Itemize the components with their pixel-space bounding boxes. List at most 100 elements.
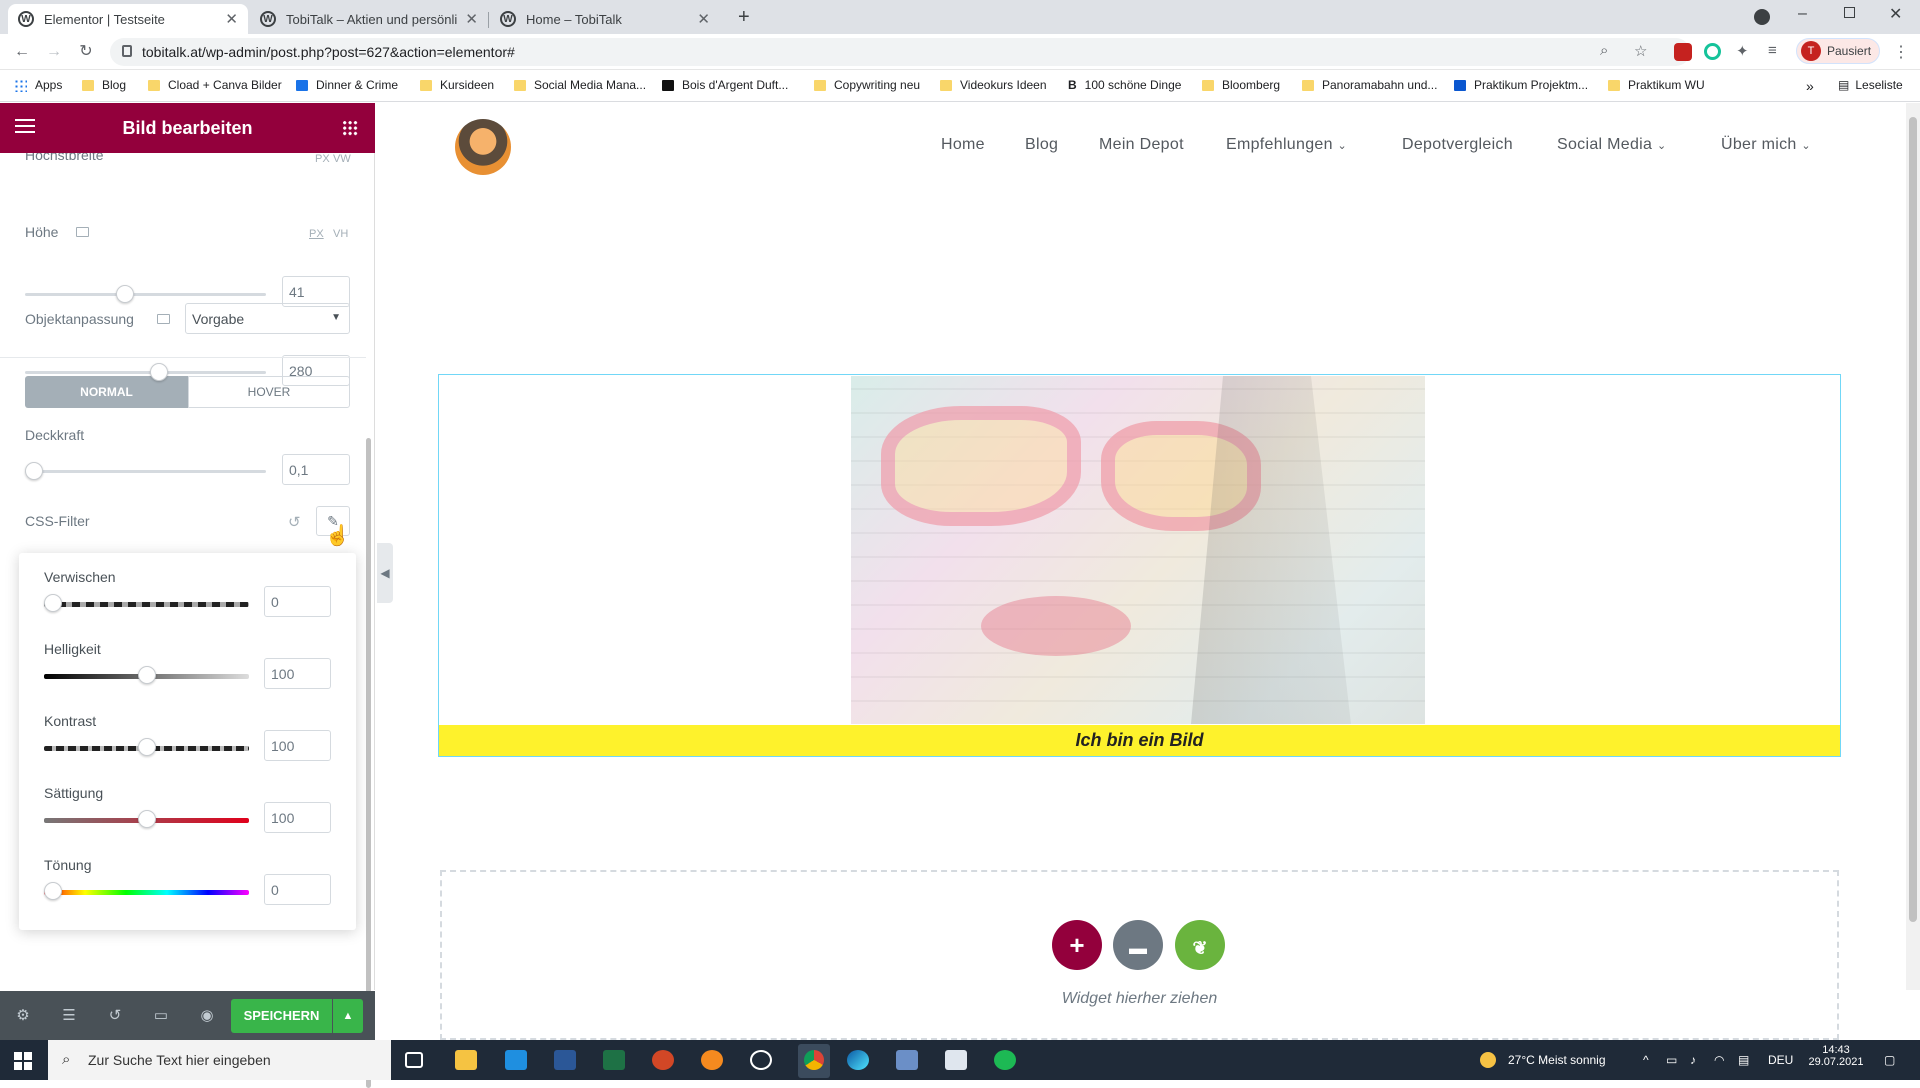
language-indicator[interactable]: DEU (1768, 1053, 1793, 1067)
hue-slider[interactable] (44, 890, 249, 895)
tab-home-tobitalk[interactable]: W Home – TobiTalk ✕ (490, 4, 720, 34)
tab-hover[interactable]: HOVER (188, 376, 350, 408)
add-section-button[interactable]: + (1052, 920, 1102, 970)
bookmark-item[interactable]: Copywriting neu (814, 78, 920, 92)
save-options-button[interactable]: ▲ (333, 999, 363, 1033)
unit-vw[interactable]: VW (333, 153, 351, 165)
max-width-slider[interactable] (25, 293, 266, 296)
notifications-icon[interactable]: ▢ (1884, 1053, 1895, 1067)
slider-handle[interactable] (25, 462, 43, 480)
battery-icon[interactable]: ▭ (1666, 1053, 1677, 1067)
extension-icon[interactable] (1674, 43, 1692, 61)
file-explorer-icon[interactable] (455, 1050, 477, 1070)
page-scrollbar[interactable] (1906, 103, 1920, 990)
nav-mein-depot[interactable]: Mein Depot (1099, 136, 1184, 154)
collapse-panel-button[interactable]: ◀ (377, 543, 393, 603)
profile-button[interactable]: T Pausiert (1796, 38, 1880, 64)
bookmark-apps[interactable]: Apps (14, 78, 62, 92)
media-icon[interactable]: ≡ (1768, 42, 1777, 59)
saturation-input[interactable]: 100 (264, 802, 331, 833)
zoom-icon[interactable]: ⌕ (1600, 42, 1608, 59)
slider-handle[interactable] (137, 666, 156, 684)
app-icon[interactable] (945, 1050, 967, 1070)
opacity-slider[interactable] (25, 470, 266, 473)
scrollbar-thumb[interactable] (1909, 117, 1917, 922)
more-bookmarks-icon[interactable]: » (1806, 78, 1814, 94)
back-icon[interactable]: ← (12, 42, 32, 62)
hue-input[interactable]: 0 (264, 874, 331, 905)
edge-icon[interactable] (847, 1050, 869, 1070)
preview-eye-icon[interactable]: ◉ (199, 1008, 215, 1024)
tray-chevron-icon[interactable]: ^ (1643, 1053, 1649, 1067)
envato-kit-button[interactable]: ❦ (1175, 920, 1225, 970)
obs-icon[interactable] (750, 1050, 772, 1070)
slider-handle[interactable] (137, 738, 156, 756)
bookmark-item[interactable]: Dinner & Crime (296, 78, 398, 92)
tab-normal[interactable]: NORMAL (25, 376, 188, 408)
nav-blog[interactable]: Blog (1025, 136, 1058, 154)
excel-icon[interactable] (603, 1050, 625, 1070)
bookmark-star-icon[interactable]: ☆ (1634, 42, 1647, 60)
word-icon[interactable] (554, 1050, 576, 1070)
nav-ueber-mich[interactable]: Über mich ⌄ (1721, 136, 1811, 154)
new-tab-icon[interactable]: + (738, 6, 750, 29)
unit-px[interactable]: PX (315, 153, 330, 165)
slider-handle[interactable] (116, 285, 135, 303)
maximize-icon[interactable] (1844, 7, 1855, 18)
desktop-icon[interactable] (76, 227, 89, 237)
opacity-input[interactable]: 0,1 (282, 454, 350, 485)
bookmark-item[interactable]: Blog (82, 78, 126, 92)
blur-slider[interactable] (44, 602, 249, 607)
blur-input[interactable]: 0 (264, 586, 331, 617)
bookmark-item[interactable]: Cload + Canva Bilder (148, 78, 282, 92)
puzzle-icon[interactable]: ✦ (1736, 42, 1749, 60)
task-view-icon[interactable] (405, 1052, 423, 1068)
reset-icon[interactable]: ↺ (288, 513, 301, 531)
responsive-mode-icon[interactable]: ▭ (153, 1008, 169, 1024)
contrast-input[interactable]: 100 (264, 730, 331, 761)
address-bar[interactable]: tobitalk.at/wp-admin/post.php?post=627&a… (110, 38, 1690, 66)
bookmark-item[interactable]: Social Media Mana... (514, 78, 646, 92)
keyboard-icon[interactable]: ▤ (1738, 1053, 1749, 1067)
slider-handle[interactable] (149, 363, 168, 381)
volume-icon[interactable]: ♪ (1690, 1053, 1696, 1067)
object-fit-select[interactable]: Vorgabe ▼ (185, 303, 350, 334)
bookmark-item[interactable]: B 100 schöne Dinge (1068, 78, 1181, 92)
graffiti-image[interactable] (851, 376, 1425, 724)
bookmark-item[interactable]: Panoramabahn und... (1302, 78, 1437, 92)
bookmark-item[interactable]: Praktikum Projektm... (1454, 78, 1588, 92)
desktop-icon[interactable] (157, 314, 170, 324)
bookmark-item[interactable]: Videokurs Ideen (940, 78, 1047, 92)
bookmark-item[interactable]: Bois d'Argent Duft... (662, 78, 788, 92)
slider-handle[interactable] (137, 810, 156, 828)
unit-vh[interactable]: VH (333, 228, 348, 240)
taskbar-search[interactable]: ⌕ Zur Suche Text hier eingeben (48, 1040, 391, 1080)
bookmark-item[interactable]: Praktikum WU (1608, 78, 1705, 92)
spotify-icon[interactable] (994, 1050, 1016, 1070)
history-icon[interactable]: ↺ (107, 1008, 123, 1024)
app-icon[interactable] (701, 1050, 723, 1070)
slider-handle[interactable] (44, 594, 62, 612)
slider-handle[interactable] (44, 882, 62, 900)
powerpoint-icon[interactable] (652, 1050, 674, 1070)
minimize-icon[interactable]: – (1798, 5, 1807, 23)
brightness-input[interactable]: 100 (264, 658, 331, 689)
tab-elementor[interactable]: W Elementor | Testseite ✕ (8, 4, 248, 34)
menu-kebab-icon[interactable]: ⋮ (1893, 42, 1909, 62)
widgets-grid-icon[interactable] (342, 120, 358, 136)
save-button[interactable]: SPEICHERN (231, 999, 332, 1033)
chrome-active-slot[interactable] (798, 1044, 830, 1078)
close-icon[interactable]: ✕ (225, 10, 238, 28)
windows-start-icon[interactable] (14, 1052, 32, 1070)
tab-tobitalk-aktien[interactable]: W TobiTalk – Aktien und persönlich ✕ (250, 4, 488, 34)
forward-icon[interactable]: → (44, 42, 64, 62)
reload-icon[interactable]: ↻ (76, 42, 96, 62)
nav-home[interactable]: Home (941, 136, 985, 154)
navigator-layers-icon[interactable]: ☰ (61, 1008, 77, 1024)
clock[interactable]: 14:43 29.07.2021 (1808, 1044, 1864, 1068)
nav-social-media[interactable]: Social Media ⌄ (1557, 136, 1666, 154)
close-icon[interactable]: ✕ (465, 10, 478, 28)
bookmark-item[interactable]: Kursideen (420, 78, 494, 92)
nav-empfehlungen[interactable]: Empfehlungen ⌄ (1226, 136, 1347, 154)
bookmark-item[interactable]: Bloomberg (1202, 78, 1280, 92)
